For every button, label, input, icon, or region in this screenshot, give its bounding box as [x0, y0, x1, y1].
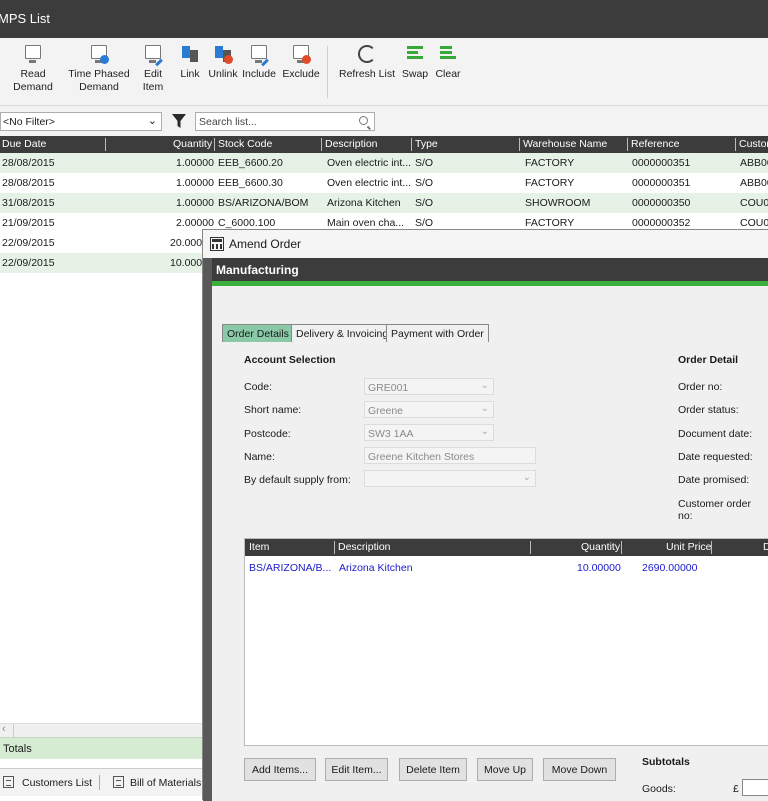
search-input[interactable]: Search list... — [195, 112, 375, 131]
date-promised-label: Date promised: — [678, 474, 750, 486]
read-demand-icon — [23, 44, 43, 64]
tab-customers-list[interactable]: Customers List — [3, 776, 92, 789]
col-stock-code[interactable]: Stock Code — [218, 138, 272, 150]
order-items-table: Item Description Quantity Unit Price D B… — [244, 538, 768, 746]
tab-delivery-invoicing[interactable]: Delivery & Invoicing — [291, 324, 394, 342]
short-name-select[interactable]: Greene ⌄ — [364, 401, 494, 418]
calculator-icon — [210, 237, 224, 251]
amend-order-dialog: Amend Order Manufacturing Order Details … — [202, 229, 768, 801]
read-demand-button[interactable]: Read Demand — [2, 44, 64, 94]
tab-payment-with-order[interactable]: Payment with Order — [386, 324, 489, 342]
postcode-label: Postcode: — [244, 428, 291, 440]
edit-item-button[interactable]: Edit Item... — [325, 758, 388, 781]
dialog-title: Amend Order — [229, 237, 302, 251]
code-label: Code: — [244, 381, 273, 393]
section-header: Manufacturing — [212, 258, 768, 281]
move-down-button[interactable]: Move Down — [543, 758, 616, 781]
tab-order-details[interactable]: Order Details — [222, 324, 294, 342]
col-quantity[interactable]: Quantity — [173, 138, 212, 150]
default-supply-label: By default supply from: — [244, 474, 351, 486]
chevron-down-icon: ⌄ — [480, 426, 489, 437]
list-icon — [113, 776, 124, 788]
swap-button[interactable]: Swap — [400, 44, 430, 81]
items-table-header: Item Description Quantity Unit Price D — [245, 539, 768, 556]
filter-bar: <No Filter> ⌄ Search list... — [0, 106, 768, 136]
table-row[interactable]: 31/08/2015 1.00000 BS/ARIZONA/BOM Arizon… — [0, 193, 768, 213]
dialog-titlebar[interactable]: Amend Order — [203, 230, 768, 258]
time-phased-demand-button[interactable]: Time Phased Demand — [68, 44, 130, 94]
chevron-down-icon: ⌄ — [480, 380, 489, 391]
filter-funnel-icon[interactable] — [172, 113, 186, 129]
table-row[interactable]: 28/08/2015 1.00000 EEB_6600.30 Oven elec… — [0, 173, 768, 193]
include-button[interactable]: Include — [242, 44, 276, 81]
customer-order-no-label: Customer order no: — [678, 498, 751, 522]
ribbon-toolbar: Read Demand Time Phased Demand Edit Item… — [0, 38, 768, 106]
col-warehouse-name[interactable]: Warehouse Name — [523, 138, 607, 150]
window-title: MPS List — [0, 11, 51, 26]
document-date-label: Document date: — [678, 428, 753, 440]
unlink-icon — [213, 44, 233, 64]
currency-symbol: £ — [733, 783, 739, 795]
grid-header: Due Date Quantity Stock Code Description… — [0, 136, 768, 153]
include-icon — [249, 44, 269, 67]
order-no-label: Order no: — [678, 381, 723, 393]
link-button[interactable]: Link — [177, 44, 203, 81]
code-select[interactable]: GRE001 ⌄ — [364, 378, 494, 395]
name-field[interactable]: Greene Kitchen Stores — [364, 447, 536, 464]
edit-item-button[interactable]: Edit Item — [133, 44, 173, 94]
goods-label: Goods: — [642, 783, 676, 795]
swap-icon — [405, 44, 425, 64]
short-name-label: Short name: — [244, 404, 302, 416]
col-description[interactable]: Description — [325, 138, 378, 150]
exclude-button[interactable]: Exclude — [282, 44, 320, 81]
totals-row: Totals — [0, 737, 205, 759]
col-due-date[interactable]: Due Date — [2, 138, 46, 150]
default-supply-select[interactable]: ⌄ — [364, 470, 536, 487]
unlink-button[interactable]: Unlink — [207, 44, 239, 81]
search-icon[interactable] — [359, 116, 368, 125]
col-item[interactable]: Item — [249, 541, 269, 553]
window-titlebar: MPS List — [0, 0, 768, 38]
col-discount[interactable]: D — [763, 541, 768, 553]
ribbon-separator — [327, 46, 328, 98]
chevron-down-icon: ⌄ — [480, 403, 489, 414]
goods-field[interactable] — [742, 779, 768, 796]
move-up-button[interactable]: Move Up — [477, 758, 533, 781]
table-row[interactable]: 28/08/2015 1.00000 EEB_6600.20 Oven elec… — [0, 153, 768, 173]
link-icon — [180, 44, 200, 64]
order-detail-heading: Order Detail — [678, 354, 739, 366]
name-label: Name: — [244, 451, 275, 463]
filter-select[interactable]: <No Filter> ⌄ — [0, 112, 162, 131]
chevron-down-icon: ⌄ — [522, 472, 531, 483]
add-items-button[interactable]: Add Items... — [244, 758, 316, 781]
account-selection-heading: Account Selection — [244, 354, 336, 366]
list-icon — [3, 776, 14, 788]
order-status-label: Order status: — [678, 404, 739, 416]
refresh-list-button[interactable]: Refresh List — [338, 44, 396, 81]
chevron-down-icon: ⌄ — [147, 115, 157, 127]
date-requested-label: Date requested: — [678, 451, 753, 463]
clear-icon — [438, 44, 458, 64]
clear-button[interactable]: Clear — [434, 44, 462, 81]
col-unit-price[interactable]: Unit Price — [666, 541, 712, 553]
col-quantity[interactable]: Quantity — [581, 541, 620, 553]
col-type[interactable]: Type — [415, 138, 438, 150]
time-phased-demand-icon — [89, 44, 109, 64]
postcode-select[interactable]: SW3 1AA ⌄ — [364, 424, 494, 441]
col-customer[interactable]: Customer — [739, 138, 768, 150]
exclude-icon — [291, 44, 311, 64]
horizontal-scrollbar[interactable]: ‹ — [0, 723, 205, 737]
subtotals-heading: Subtotals — [642, 756, 690, 768]
chevron-left-icon[interactable]: ‹ — [2, 723, 6, 735]
col-description[interactable]: Description — [338, 541, 391, 553]
col-reference[interactable]: Reference — [631, 138, 679, 150]
refresh-icon — [357, 44, 377, 64]
edit-item-icon — [143, 44, 163, 67]
tab-bill-of-materials-list[interactable]: Bill of Materials List — [113, 776, 205, 789]
bottom-tab-bar: Customers List Bill of Materials List — [0, 768, 205, 796]
delete-item-button[interactable]: Delete Item — [399, 758, 467, 781]
